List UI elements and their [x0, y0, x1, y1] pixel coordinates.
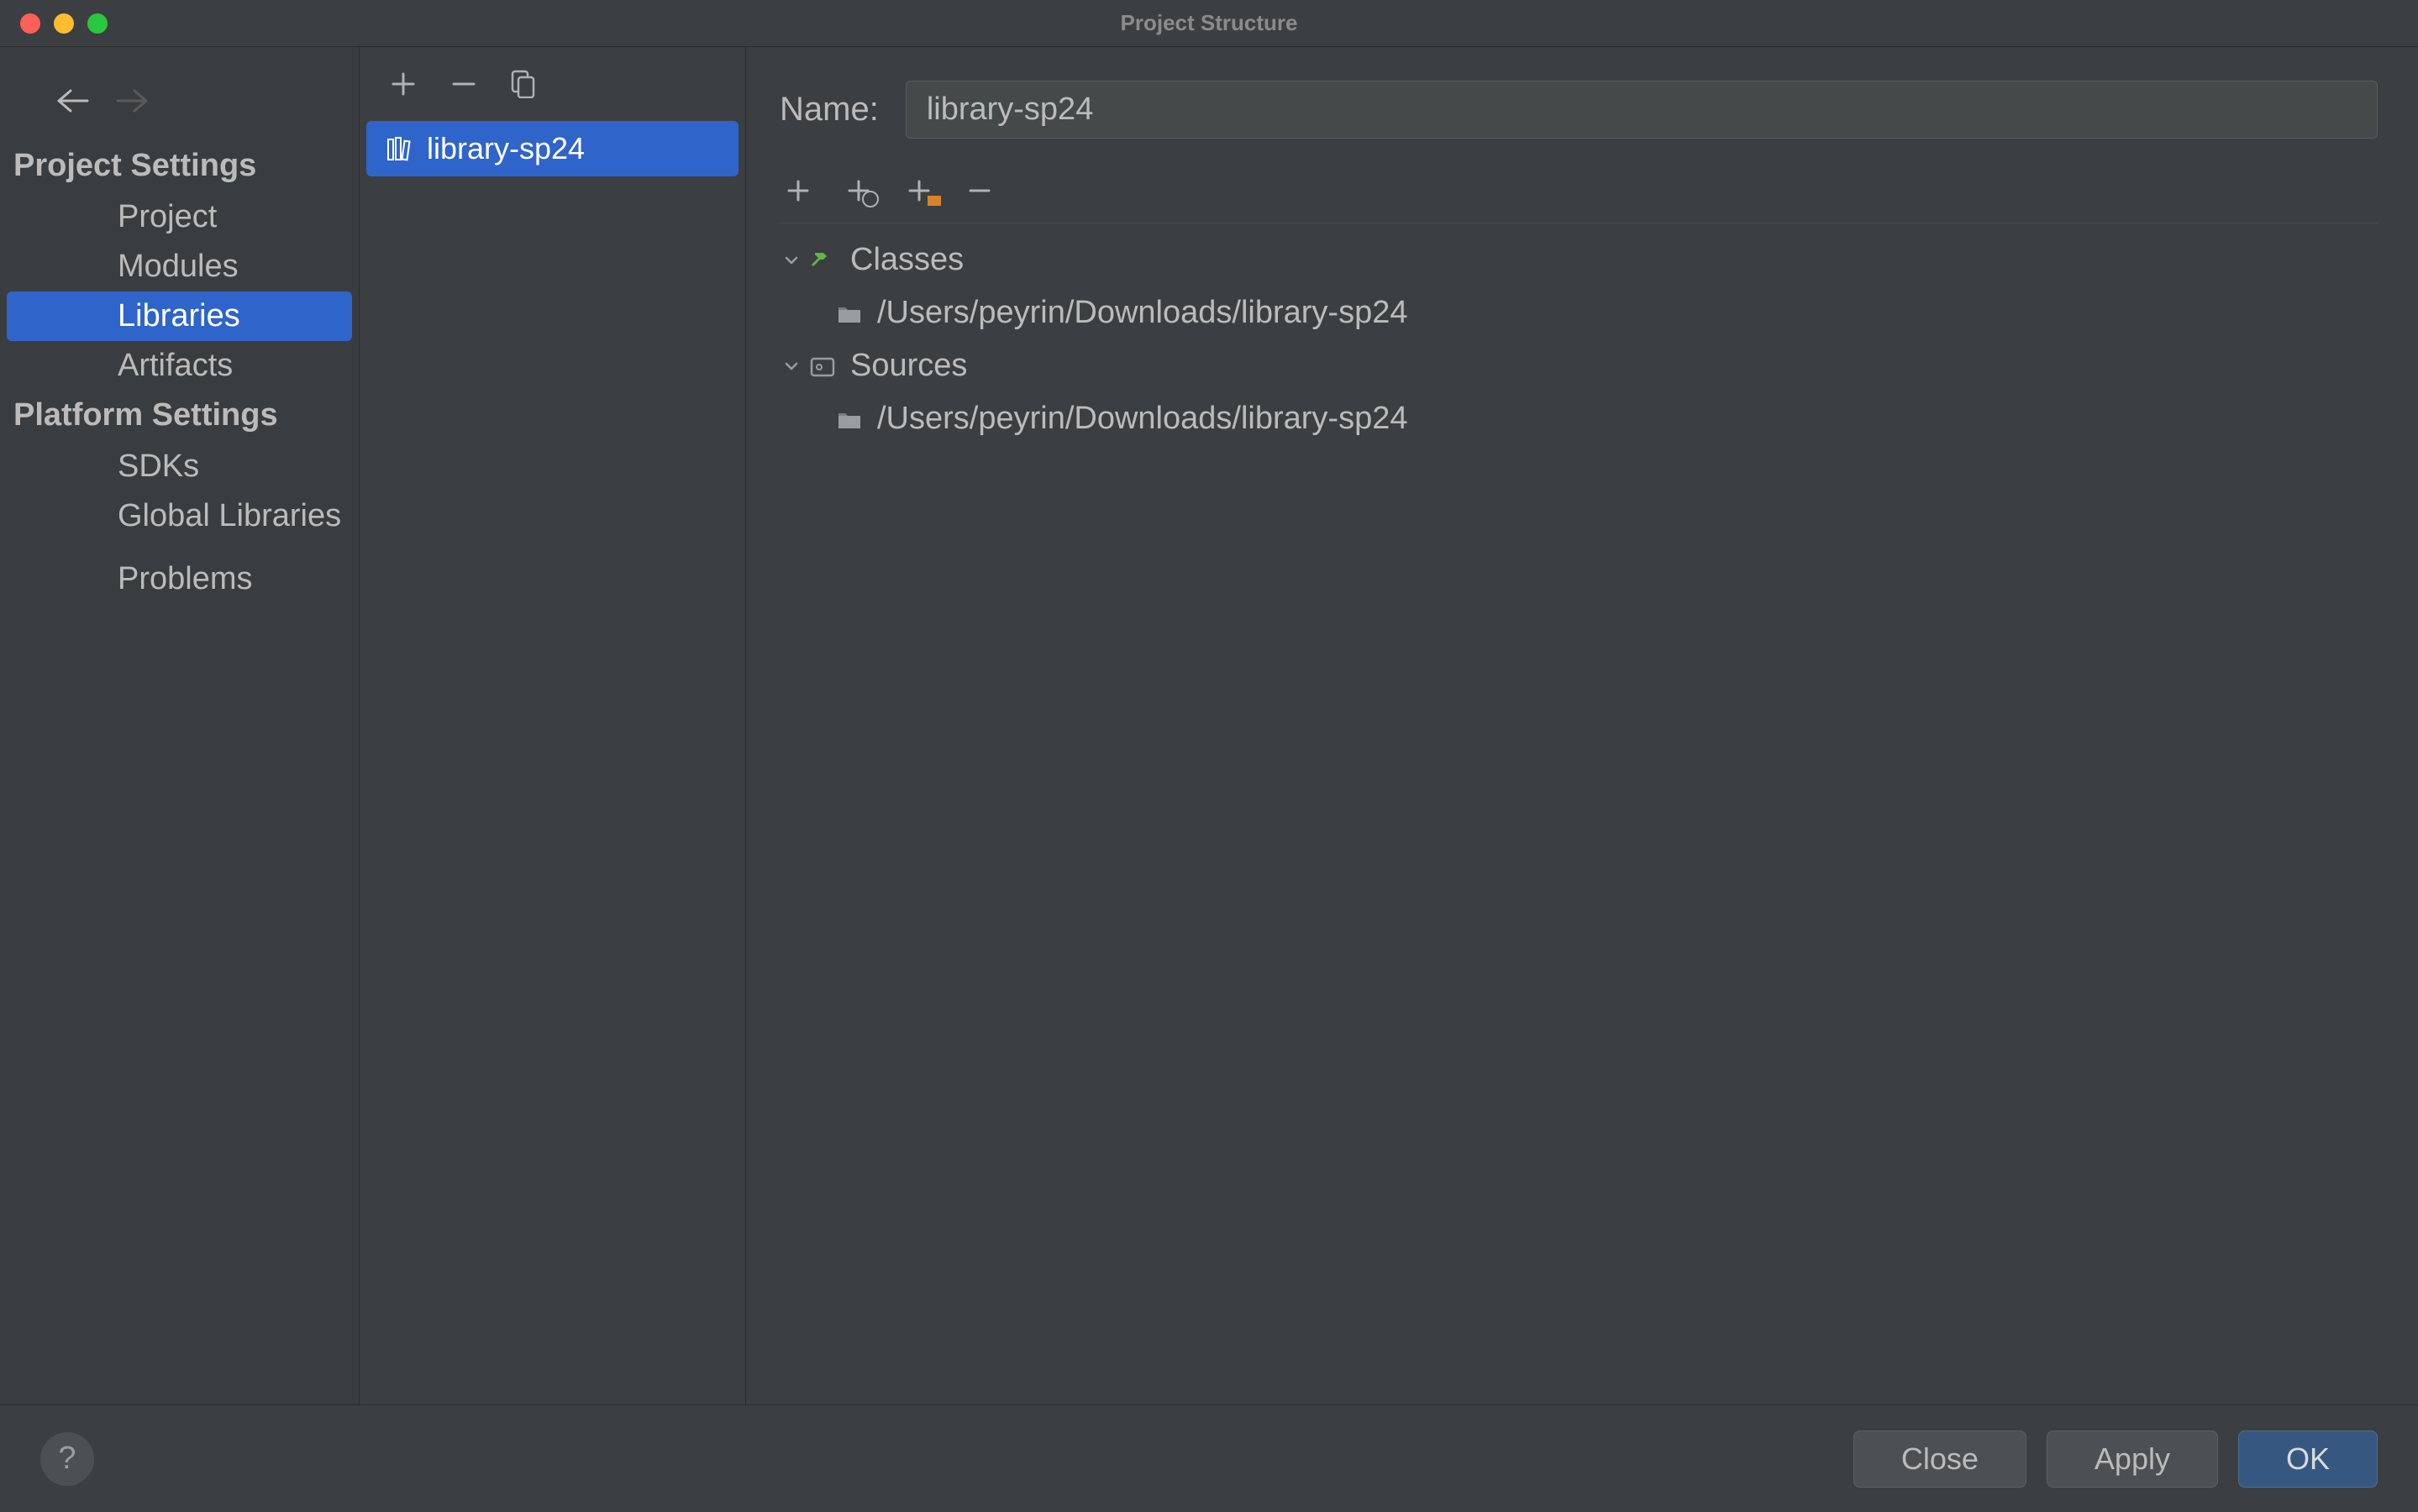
library-detail-panel: Name:: [746, 47, 2418, 1404]
sources-path-label: /Users/peyrin/Downloads/library-sp24: [877, 401, 1407, 437]
library-name-input[interactable]: [906, 81, 2378, 139]
name-label: Name:: [780, 91, 879, 129]
library-icon: [386, 136, 415, 161]
library-list-item[interactable]: library-sp24: [366, 121, 739, 176]
copy-library-icon[interactable]: [511, 70, 536, 98]
folder-icon: [837, 302, 862, 324]
chevron-down-icon[interactable]: [783, 252, 800, 269]
chevron-down-icon[interactable]: [783, 358, 800, 375]
nav-back-icon[interactable]: [54, 87, 91, 114]
tree-node-sources[interactable]: Sources: [780, 339, 2378, 392]
remove-library-icon[interactable]: [450, 71, 477, 97]
sidebar-item-sdks[interactable]: SDKs: [0, 442, 359, 491]
add-url-icon[interactable]: [847, 179, 870, 202]
sidebar-item-libraries[interactable]: Libraries: [7, 291, 352, 341]
library-item-label: library-sp24: [427, 131, 585, 166]
add-root-icon[interactable]: [786, 179, 810, 202]
close-button[interactable]: Close: [1853, 1431, 2026, 1488]
window-title: Project Structure: [0, 10, 2418, 36]
window-maximize-button[interactable]: [87, 13, 108, 34]
sources-label: Sources: [850, 348, 967, 384]
apply-button[interactable]: Apply: [2047, 1431, 2218, 1488]
sidebar-item-global-libraries[interactable]: Global Libraries: [0, 491, 359, 541]
libraries-list-panel: library-sp24: [360, 47, 746, 1404]
help-button[interactable]: ?: [40, 1432, 94, 1486]
add-library-icon[interactable]: [390, 71, 417, 97]
classes-label: Classes: [850, 242, 964, 278]
tree-leaf-classes-path[interactable]: /Users/peyrin/Downloads/library-sp24: [780, 286, 2378, 339]
remove-root-icon[interactable]: [968, 179, 991, 202]
classes-path-label: /Users/peyrin/Downloads/library-sp24: [877, 295, 1407, 331]
tree-node-classes[interactable]: Classes: [780, 234, 2378, 286]
sources-folder-icon: [810, 355, 835, 377]
window-minimize-button[interactable]: [54, 13, 74, 34]
dialog-footer: ? Close Apply OK: [0, 1404, 2418, 1512]
platform-settings-header: Platform Settings: [0, 391, 359, 442]
project-settings-header: Project Settings: [0, 141, 359, 192]
tree-leaf-sources-path[interactable]: /Users/peyrin/Downloads/library-sp24: [780, 392, 2378, 445]
titlebar: Project Structure: [0, 0, 2418, 47]
add-folder-icon[interactable]: [907, 179, 931, 202]
settings-sidebar: Project Settings Project Modules Librari…: [0, 47, 360, 1404]
hammer-icon: [810, 248, 835, 273]
folder-icon: [837, 408, 862, 430]
window-close-button[interactable]: [20, 13, 40, 34]
nav-forward-icon: [114, 87, 151, 114]
sidebar-item-project[interactable]: Project: [0, 192, 359, 242]
ok-button[interactable]: OK: [2238, 1431, 2378, 1488]
sidebar-item-problems[interactable]: Problems: [0, 554, 359, 604]
sidebar-item-artifacts[interactable]: Artifacts: [0, 341, 359, 391]
sidebar-item-modules[interactable]: Modules: [0, 242, 359, 291]
